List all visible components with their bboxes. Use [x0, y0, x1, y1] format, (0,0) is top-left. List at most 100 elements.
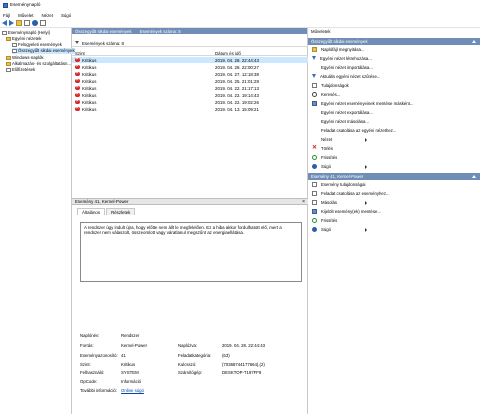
- forward-arrow-icon[interactable]: [9, 20, 14, 26]
- action-refresh[interactable]: Frissítés: [308, 153, 480, 162]
- action-help-2[interactable]: Súgó: [308, 225, 480, 234]
- tab-general[interactable]: Általános: [77, 208, 106, 215]
- event-detail-title: Esemény 41, Kernel-Power: [75, 199, 129, 204]
- action-copy-view[interactable]: Egyéni nézet másolása...: [308, 117, 480, 126]
- help-icon[interactable]: [32, 20, 38, 26]
- table-row[interactable]: Kritikus 2019. 04. 28. 22:00:27: [72, 63, 308, 70]
- table-row[interactable]: Kritikus 2019. 04. 27. 12:18:38: [72, 70, 308, 77]
- action-copy[interactable]: Másolás: [308, 198, 480, 207]
- source-label: Forrás:: [80, 343, 94, 348]
- close-icon[interactable]: ×: [302, 199, 305, 205]
- save-icon: [312, 208, 317, 214]
- event-message: A rendszer úgy indult újra, hogy előtte …: [80, 222, 302, 282]
- action-attach-task-event[interactable]: Feladat csatolása az eseményhez...: [308, 189, 480, 198]
- menu-bar: Fájl Művelet Nézet Súgó: [0, 11, 480, 19]
- action-event-properties[interactable]: Esemény tulajdonságai: [308, 180, 480, 189]
- submenu-arrow-icon: [365, 227, 367, 232]
- action-refresh-2[interactable]: Frissítés: [308, 216, 480, 225]
- action-delete[interactable]: ✕ Törlés: [308, 144, 480, 153]
- online-help-link[interactable]: Online súgó: [121, 388, 144, 393]
- tree-item-custom-views[interactable]: Egyéni nézetek: [6, 36, 41, 42]
- computer-value: DESKTOP-T197FF9: [222, 370, 262, 375]
- action-properties[interactable]: Tulajdonságok: [308, 81, 480, 90]
- error-icon: [75, 91, 80, 98]
- up-folder-icon[interactable]: [16, 20, 22, 26]
- column-datetime[interactable]: Dátum és idő: [215, 51, 241, 56]
- event-datetime: 2019. 04. 28. 22:44:43: [215, 57, 259, 63]
- table-row[interactable]: Kritikus 2019. 04. 22. 21:17:13: [72, 84, 308, 91]
- event-level: Kritikus: [82, 71, 97, 77]
- submenu-arrow-icon: [365, 200, 367, 205]
- action-label: Súgó: [321, 226, 332, 232]
- action-view[interactable]: Nézet: [308, 135, 480, 144]
- help-icon: [312, 163, 317, 169]
- tree-item-label: Windows-naplók: [12, 55, 44, 61]
- task-category-label: Feladatkategória:: [178, 353, 212, 358]
- log-icon: [12, 42, 17, 47]
- menu-action[interactable]: Művelet: [18, 13, 33, 18]
- action-label: Másolás: [321, 199, 338, 205]
- tree-item-collected-events[interactable]: Összegyűlt sikdai események: [12, 48, 75, 54]
- properties-icon[interactable]: [24, 20, 30, 26]
- tree-item-label: Egyéni nézetek: [12, 36, 42, 42]
- folder-icon: [6, 61, 11, 66]
- collapse-icon[interactable]: [472, 174, 476, 178]
- action-open-log[interactable]: Naplófájl megnyitása...: [308, 45, 480, 54]
- pane-icon[interactable]: [40, 20, 46, 26]
- action-label: Frissítés: [321, 217, 338, 223]
- menu-help[interactable]: Súgó: [61, 13, 71, 18]
- actions-section-event[interactable]: Esemény 41, Kernel-Power: [308, 173, 480, 180]
- tree-item-local[interactable]: Eseménynapló (Helyi): [2, 30, 50, 36]
- actions-section-collected[interactable]: Összegyűlt sikdai események: [308, 38, 480, 45]
- properties-icon: [312, 82, 317, 88]
- collapse-icon[interactable]: [472, 39, 476, 43]
- refresh-icon: [312, 154, 317, 160]
- log-name-value: Rendszer: [121, 333, 140, 338]
- event-datetime: 2019. 04. 13. 15:09:21: [215, 106, 259, 112]
- back-arrow-icon[interactable]: [2, 20, 7, 26]
- event-datetime: 2019. 04. 28. 22:00:27: [215, 64, 259, 70]
- submenu-arrow-icon: [365, 164, 367, 169]
- title-bar: Eseménynapló: [0, 0, 480, 10]
- action-find[interactable]: Keresés...: [308, 90, 480, 99]
- tree-item-subscriptions[interactable]: Előfizetések: [6, 67, 35, 73]
- action-label: Feladat csatolása az egyéni nézethez...: [321, 127, 397, 133]
- menu-file[interactable]: Fájl: [3, 13, 10, 18]
- menu-view[interactable]: Nézet: [41, 13, 52, 18]
- save-icon: [312, 100, 317, 106]
- action-create-view[interactable]: Egyéni nézet létrehozása...: [308, 54, 480, 63]
- properties-icon: [312, 181, 317, 187]
- table-row[interactable]: Kritikus 2019. 04. 22. 19:14:43: [72, 91, 308, 98]
- tree-item-windows-logs[interactable]: Windows-naplók: [6, 55, 44, 61]
- action-export-view[interactable]: Egyéni nézet exportálása...: [308, 108, 480, 117]
- filter-text: Események száma: 8: [82, 40, 124, 46]
- table-row[interactable]: Kritikus 2019. 04. 25. 21:01:28: [72, 77, 308, 84]
- action-save-selected[interactable]: Kijelölt esemény(ek) mentése...: [308, 207, 480, 216]
- action-filter-view[interactable]: Aktuális egyéni nézet szűrése...: [308, 72, 480, 81]
- toolbar: [0, 19, 480, 28]
- table-row[interactable]: Kritikus 2019. 04. 13. 15:09:21: [72, 105, 308, 112]
- tree-item-app-service-logs[interactable]: Alkalmazás- és szolgáltatásn...: [6, 61, 71, 67]
- event-list-header: Összegyűlt sikdai események Események sz…: [72, 28, 307, 34]
- user-label: Felhasználó:: [80, 370, 105, 375]
- action-import-view[interactable]: Egyéni nézet importálása...: [308, 63, 480, 72]
- action-save-events[interactable]: Egyéni nézet eseményeinek mentése máskén…: [308, 99, 480, 108]
- computer-icon: [2, 30, 7, 35]
- logged-value: 2019. 04. 28. 22:44:43: [222, 343, 266, 348]
- refresh-icon: [312, 217, 317, 223]
- action-help[interactable]: Súgó: [308, 162, 480, 171]
- event-datetime: 2019. 04. 25. 21:01:28: [215, 78, 259, 84]
- tree-item-admin-events[interactable]: Felügyeleti események: [12, 42, 62, 48]
- copy-icon: [312, 199, 317, 205]
- table-row[interactable]: Kritikus 2019. 04. 28. 22:44:43: [72, 56, 308, 63]
- error-icon: [75, 105, 80, 112]
- filter-icon: [312, 56, 316, 61]
- level-label: Szint:: [80, 362, 91, 367]
- action-label: Aktuális egyéni nézet szűrése...: [320, 73, 381, 79]
- action-label: Egyéni nézet másolása...: [321, 118, 370, 124]
- actions-title: Műveletek: [311, 28, 331, 34]
- tab-details[interactable]: Részletek: [106, 208, 136, 215]
- action-attach-task-view[interactable]: Feladat csatolása az egyéni nézethez...: [308, 126, 480, 135]
- action-label: Egyéni nézet eseményeinek mentése máskén…: [321, 100, 414, 106]
- table-row[interactable]: Kritikus 2019. 04. 22. 19:02:26: [72, 98, 308, 105]
